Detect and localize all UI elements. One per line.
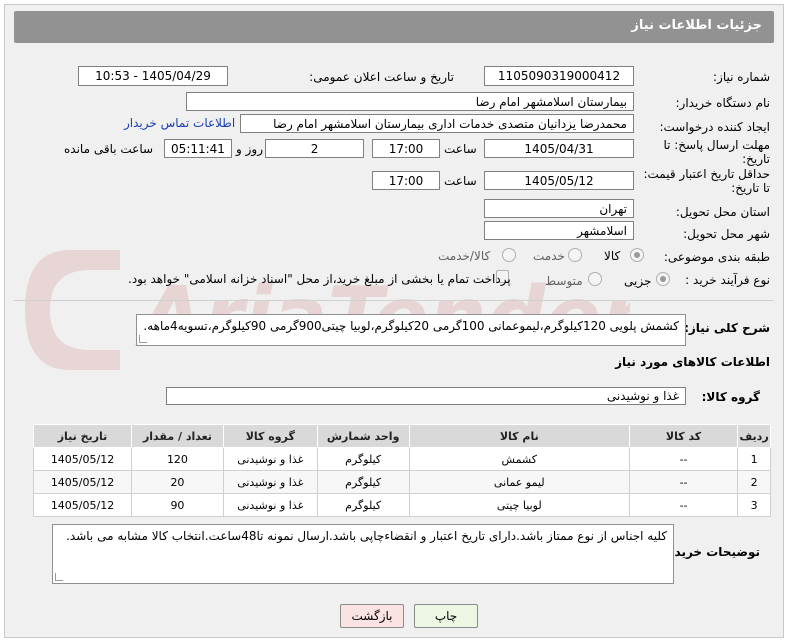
requester-field[interactable]: محمدرضا یزدانیان متصدی خدمات اداری بیمار…: [240, 114, 634, 133]
cell-name: کشمش: [408, 447, 630, 471]
buyer-notes-field[interactable]: کلیه اجناس از نوع ممتاز باشد.دارای تاریخ…: [52, 524, 674, 584]
print-button[interactable]: چاپ: [414, 604, 478, 628]
delivery-province-label: استان محل تحویل:: [675, 205, 770, 219]
reply-deadline-label: مهلت ارسال پاسخ: تا: [663, 138, 770, 152]
price-validity-time-label: ساعت: [444, 174, 477, 188]
purchase-radio-minor[interactable]: [656, 272, 670, 286]
price-validity-label: حداقل تاریخ اعتبار قیمت:: [643, 167, 770, 181]
cell-qty: 120: [131, 447, 224, 471]
description-text: کشمش پلویی 120کیلوگرم،لیموعمانی 100گرمی …: [143, 319, 679, 333]
table-header-row: ردیف کد کالا نام کالا واحد شمارش گروه کا…: [32, 424, 771, 448]
buyer-contact-link[interactable]: اطلاعات تماس خریدار: [124, 116, 235, 130]
back-button[interactable]: بازگشت: [340, 604, 404, 628]
goods-info-title: اطلاعات کالاهای مورد نیاز: [615, 355, 770, 369]
section-divider: [14, 300, 774, 301]
cell-name: لوبیا چیتی: [408, 493, 630, 517]
items-table: ردیف کد کالا نام کالا واحد شمارش گروه کا…: [32, 424, 771, 517]
category-option-service: خدمت: [533, 249, 565, 263]
reply-days-field[interactable]: 2: [265, 139, 364, 158]
goods-group-field[interactable]: غذا و نوشیدنی: [166, 387, 686, 405]
reply-deadline-date-field[interactable]: 1405/04/31: [484, 139, 634, 158]
resize-handle-icon[interactable]: [139, 335, 147, 343]
header-bar: جزئیات اطلاعات نیاز: [14, 11, 774, 43]
requester-label: ایجاد کننده درخواست:: [659, 120, 770, 134]
reply-days-label: روز و: [236, 142, 263, 156]
category-label: طبقه بندی موضوعی:: [663, 250, 770, 264]
col-header-unit: واحد شمارش: [316, 424, 410, 448]
resize-handle-icon[interactable]: [55, 573, 63, 581]
buyer-notes-text: کلیه اجناس از نوع ممتاز باشد.دارای تاریخ…: [66, 529, 667, 543]
col-header-row: ردیف: [737, 424, 771, 448]
remaining-time-field[interactable]: 05:11:41: [164, 139, 232, 158]
cell-unit: کیلوگرم: [316, 493, 410, 517]
cell-qty: 90: [131, 493, 224, 517]
delivery-province-field[interactable]: تهران: [484, 199, 634, 218]
category-option-goods-service: کالا/خدمت: [438, 249, 491, 263]
buyer-org-field[interactable]: بیمارستان اسلامشهر امام رضا: [186, 92, 634, 111]
price-validity-label-line2: تا تاریخ:: [731, 181, 770, 195]
col-header-group: گروه کالا: [222, 424, 318, 448]
description-label: شرح کلی نیاز:: [684, 321, 770, 335]
cell-unit: کیلوگرم: [316, 447, 410, 471]
cell-code: --: [628, 447, 739, 471]
col-header-code: کد کالا: [628, 424, 739, 448]
cell-code: --: [628, 493, 739, 517]
purchase-radio-medium[interactable]: [588, 272, 602, 286]
cell-date: 1405/05/12: [32, 470, 133, 494]
cell-name: لیمو عمانی: [408, 470, 630, 494]
need-number-label: شماره نیاز:: [713, 70, 770, 84]
cell-group: غذا و نوشیدنی: [222, 470, 318, 494]
category-radio-goods-service[interactable]: [502, 248, 516, 262]
delivery-city-label: شهر محل تحویل:: [683, 227, 770, 241]
cell-date: 1405/05/12: [32, 493, 133, 517]
cell-group: غذا و نوشیدنی: [222, 447, 318, 471]
table-row[interactable]: 1 -- کشمش کیلوگرم غذا و نوشیدنی 120 1405…: [32, 447, 771, 471]
cell-row: 3: [737, 493, 771, 517]
delivery-city-field[interactable]: اسلامشهر: [484, 221, 634, 240]
purchase-option-minor: جزیی: [624, 274, 652, 288]
reply-deadline-time-label: ساعت: [444, 142, 477, 156]
treasury-payment-note: پرداخت تمام یا بخشی از مبلغ خرید،از محل …: [128, 272, 511, 286]
price-validity-time-field[interactable]: 17:00: [372, 171, 440, 190]
col-header-name: نام کالا: [408, 424, 630, 448]
purchase-type-label: نوع فرآیند خرید :: [685, 273, 770, 287]
cell-code: --: [628, 470, 739, 494]
page-title: جزئیات اطلاعات نیاز: [631, 18, 762, 33]
cell-group: غذا و نوشیدنی: [222, 493, 318, 517]
category-option-goods: کالا: [604, 249, 621, 263]
cell-unit: کیلوگرم: [316, 470, 410, 494]
price-validity-date-field[interactable]: 1405/05/12: [484, 171, 634, 190]
reply-deadline-label-line2: تاریخ:: [742, 152, 770, 166]
cell-row: 1: [737, 447, 771, 471]
cell-qty: 20: [131, 470, 224, 494]
announce-date-field[interactable]: 1405/04/29 - 10:53: [78, 66, 228, 86]
col-header-date: تاریخ نیاز: [32, 424, 133, 448]
category-radio-goods[interactable]: [630, 248, 644, 262]
goods-group-label: گروه کالا:: [701, 390, 760, 404]
purchase-option-medium: متوسط: [545, 274, 583, 288]
remaining-time-label: ساعت باقی مانده: [64, 142, 154, 156]
col-header-qty: تعداد / مقدار: [131, 424, 224, 448]
description-field[interactable]: کشمش پلویی 120کیلوگرم،لیموعمانی 100گرمی …: [136, 314, 686, 346]
cell-date: 1405/05/12: [32, 447, 133, 471]
category-radio-service[interactable]: [568, 248, 582, 262]
cell-row: 2: [737, 470, 771, 494]
reply-deadline-time-field[interactable]: 17:00: [372, 139, 440, 158]
table-row[interactable]: 2 -- لیمو عمانی کیلوگرم غذا و نوشیدنی 20…: [32, 470, 771, 494]
need-number-field[interactable]: 1105090319000412: [484, 66, 634, 86]
table-row[interactable]: 3 -- لوبیا چیتی کیلوگرم غذا و نوشیدنی 90…: [32, 493, 771, 517]
announce-date-label: تاریخ و ساعت اعلان عمومی:: [309, 70, 454, 84]
buyer-org-label: نام دستگاه خریدار:: [675, 96, 771, 110]
